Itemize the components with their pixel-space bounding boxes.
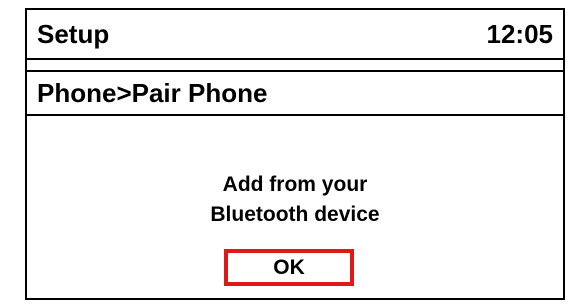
clock: 12:05 <box>486 19 554 49</box>
breadcrumb: Phone>Pair Phone <box>27 70 563 116</box>
message-line-1: Add from your <box>222 173 368 196</box>
ok-button[interactable]: OK <box>224 249 354 286</box>
screen-title: Setup <box>37 19 110 49</box>
title-bar: Setup 12:05 <box>27 10 563 60</box>
message-line-2: Bluetooth device <box>210 203 380 226</box>
breadcrumb-label: Phone>Pair Phone <box>37 78 268 108</box>
device-screen: Setup 12:05 Phone>Pair Phone Add from yo… <box>25 8 565 300</box>
pair-instructions: Add from your Bluetooth device <box>27 170 563 230</box>
